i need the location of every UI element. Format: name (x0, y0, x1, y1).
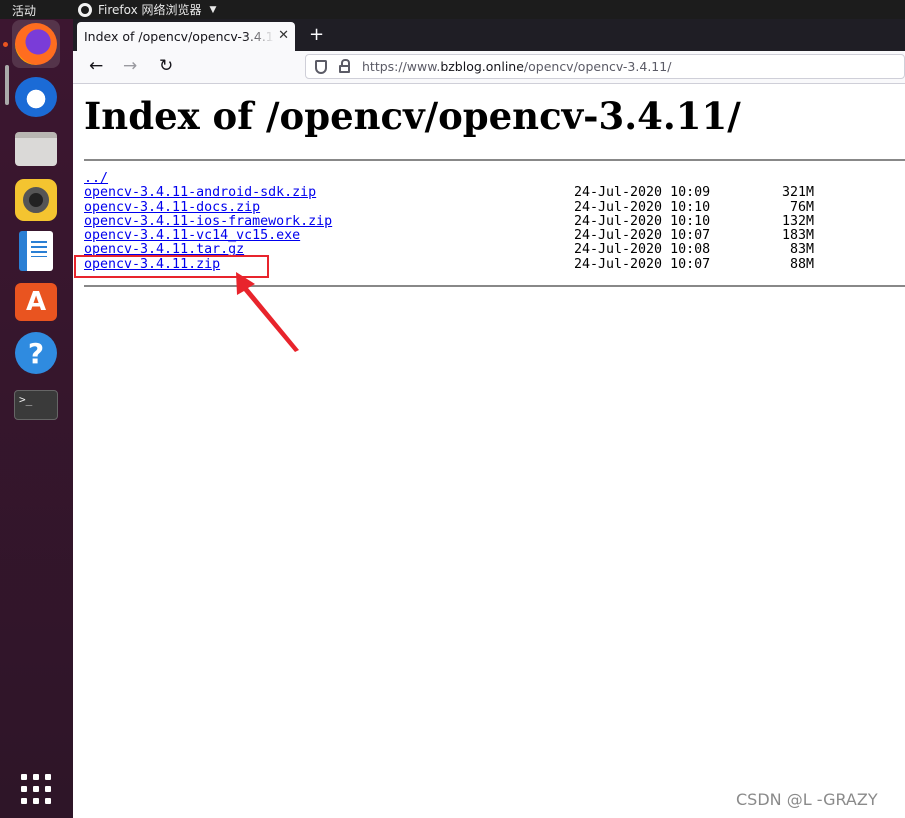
running-indicator (3, 42, 8, 47)
files-icon (15, 132, 57, 166)
dock-scroll-indicator (5, 65, 9, 105)
dock: A ? >_ (0, 19, 73, 818)
divider (84, 285, 905, 287)
file-link[interactable]: opencv-3.4.11-android-sdk.zip (84, 185, 316, 200)
file-date: 24-Jul-2020 10:10 (574, 199, 711, 215)
file-link[interactable]: opencv-3.4.11-docs.zip (84, 200, 260, 215)
file-date: 24-Jul-2020 10:07 (574, 228, 711, 244)
url-text[interactable]: https://www.bzblog.online/opencv/opencv-… (362, 59, 671, 74)
listing-row: ../ (84, 171, 332, 186)
tracking-protection-icon[interactable] (315, 59, 327, 74)
file-size: 88M (789, 256, 814, 272)
help-icon: ? (15, 332, 57, 374)
caret-down-icon: ▼ (209, 4, 217, 15)
tab-strip: Index of /opencv/opencv-3.4.11/ ✕ + (73, 19, 905, 51)
file-size: 183M (781, 228, 814, 244)
file-link[interactable]: opencv-3.4.11-ios-framework.zip (84, 214, 332, 229)
close-tab-icon[interactable]: ✕ (278, 28, 289, 43)
dock-item-thunderbird[interactable] (12, 73, 60, 121)
page-title: Index of /opencv/opencv-3.4.11/ (84, 94, 741, 138)
divider (84, 159, 905, 161)
forward-button[interactable]: → (123, 56, 137, 76)
file-size: 76M (789, 199, 814, 215)
file-date: 24-Jul-2020 10:08 (574, 242, 711, 258)
rhythmbox-icon (15, 179, 57, 221)
software-store-icon: A (15, 283, 57, 321)
watermark: CSDN @L -GRAZY (736, 790, 878, 809)
dock-item-rhythmbox[interactable] (12, 176, 60, 224)
parent-directory-link[interactable]: ../ (84, 171, 108, 186)
dock-item-terminal[interactable]: >_ (12, 381, 60, 429)
listing-row: opencv-3.4.11-android-sdk.zip 24-Jul-2020… (84, 185, 814, 200)
file-date: 24-Jul-2020 10:09 (574, 185, 711, 201)
dock-item-software[interactable]: A (12, 278, 60, 326)
lock-icon[interactable] (339, 59, 350, 73)
file-link[interactable]: opencv-3.4.11-vc14_vc15.exe (84, 228, 300, 243)
back-button[interactable]: ← (89, 56, 103, 76)
show-applications-button[interactable] (12, 765, 60, 813)
file-size: 83M (789, 242, 814, 258)
gnome-top-bar: 活动 Firefox 网络浏览器 ▼ (0, 0, 905, 19)
new-tab-button[interactable]: + (309, 24, 324, 45)
navigation-toolbar: ← → ↻ https://www.bzblog.online/opencv/o… (73, 51, 905, 84)
dock-item-help[interactable]: ? (12, 329, 60, 377)
dock-item-writer[interactable] (12, 227, 60, 275)
listing-row: opencv-3.4.11-docs.zip 24-Jul-2020 10:10 7… (84, 200, 814, 215)
app-grid-icon (21, 774, 51, 804)
listing-row: opencv-3.4.11-vc14_vc15.exe 24-Jul-2020 1… (84, 228, 814, 243)
tab-title: Index of /opencv/opencv-3.4.11/ (84, 29, 274, 44)
file-size: 132M (781, 213, 814, 229)
writer-icon (19, 231, 53, 271)
firefox-small-icon (78, 2, 92, 17)
file-date: 24-Jul-2020 10:10 (574, 213, 711, 229)
annotation-arrow (236, 272, 299, 352)
terminal-icon: >_ (14, 390, 58, 420)
dock-item-files[interactable] (12, 125, 60, 173)
app-menu[interactable]: Firefox 网络浏览器 ▼ (78, 1, 216, 18)
activities-button[interactable]: 活动 (12, 2, 36, 19)
file-date: 24-Jul-2020 10:07 (574, 256, 711, 272)
tab-active[interactable]: Index of /opencv/opencv-3.4.11/ ✕ (77, 22, 295, 51)
dock-item-firefox[interactable] (12, 20, 60, 68)
listing-row: opencv-3.4.11-ios-framework.zip 24-Jul-20… (84, 214, 814, 229)
thunderbird-icon (15, 77, 57, 117)
firefox-icon (15, 23, 57, 65)
reload-button[interactable]: ↻ (159, 56, 173, 76)
url-bar[interactable]: https://www.bzblog.online/opencv/opencv-… (305, 54, 905, 79)
app-menu-label: Firefox 网络浏览器 (98, 3, 202, 17)
page-content: Index of /opencv/opencv-3.4.11/ ../openc… (73, 84, 905, 818)
file-size: 321M (781, 185, 814, 201)
